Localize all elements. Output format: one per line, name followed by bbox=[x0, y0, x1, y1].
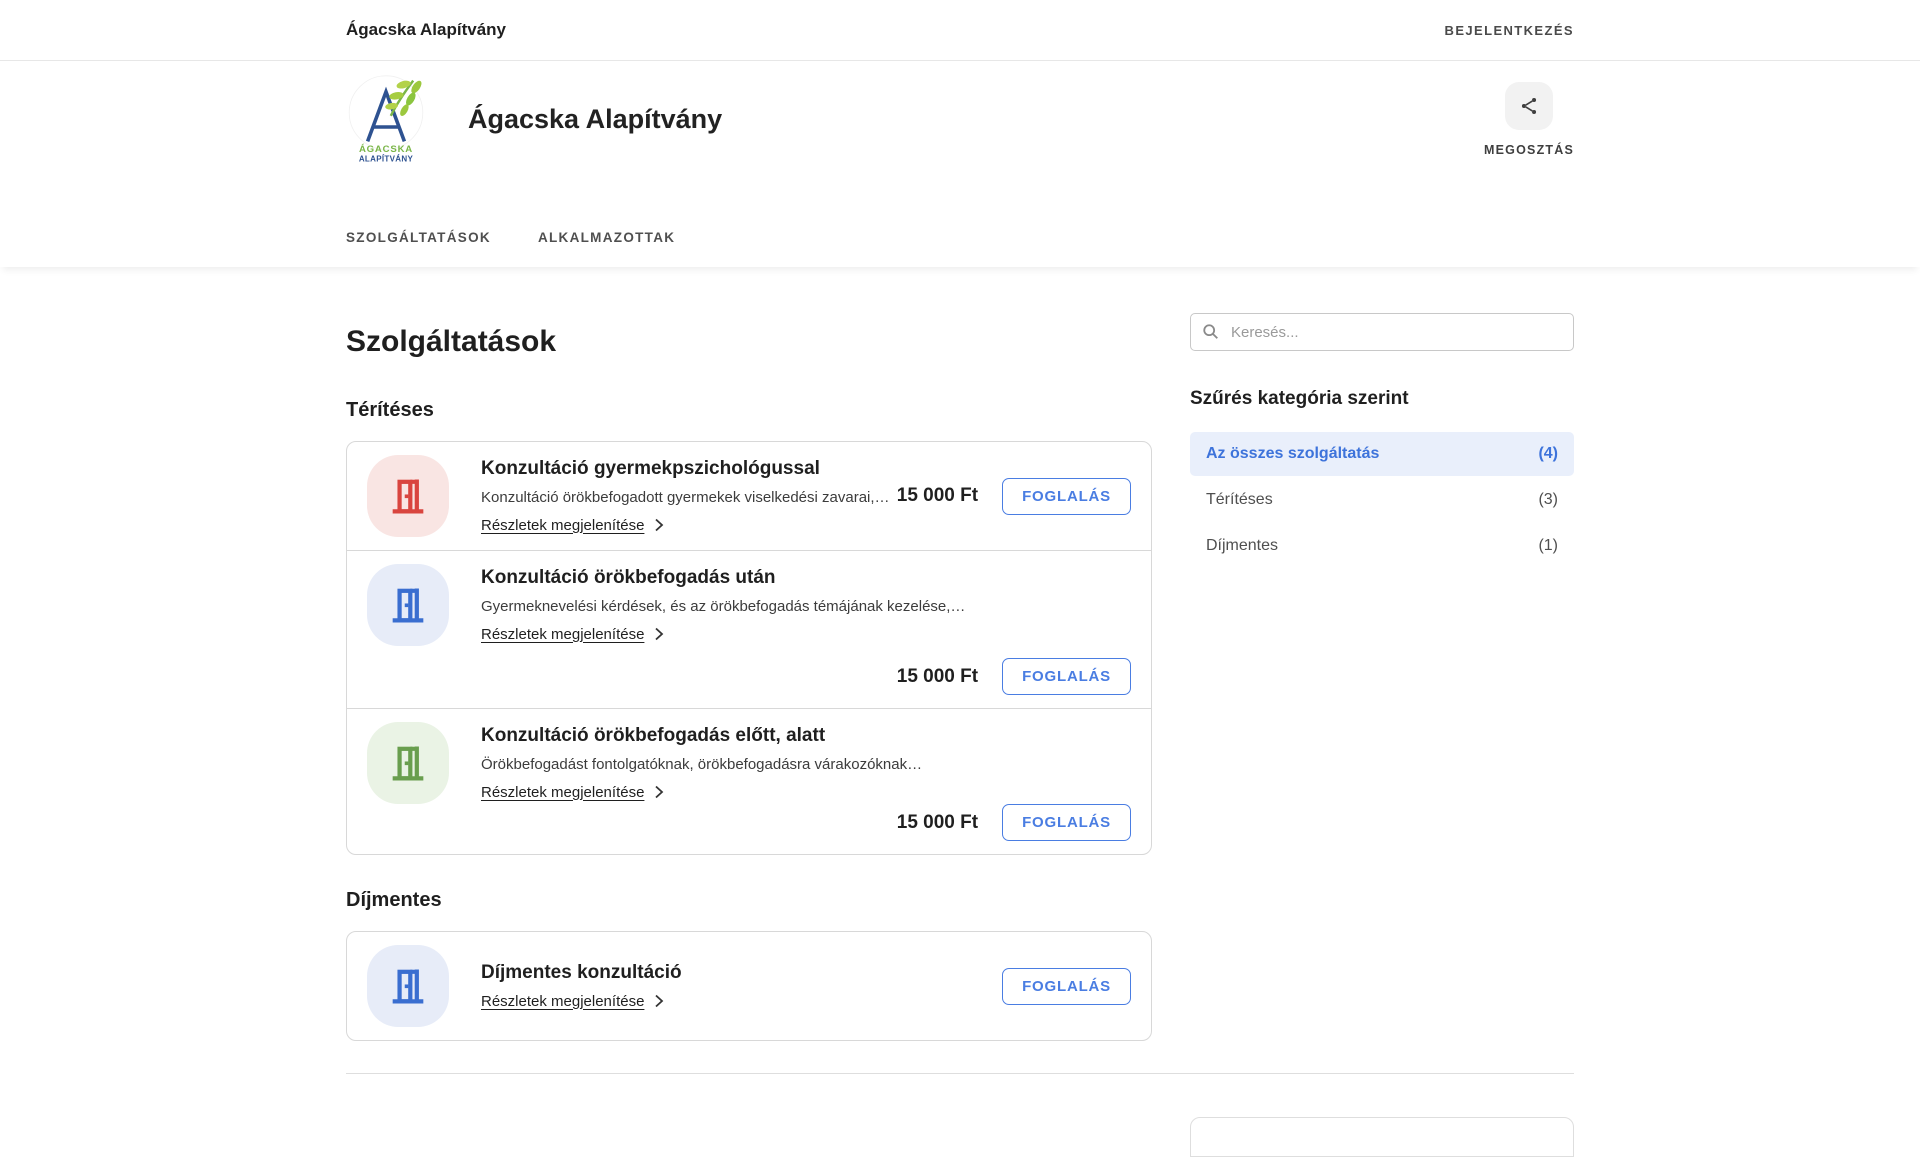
share-button[interactable] bbox=[1505, 81, 1554, 130]
logo-text-line2: ALAPÍTVÁNY bbox=[359, 154, 414, 163]
service-card-group-paid: Konzultáció gyermekpszichológussal Konzu… bbox=[346, 441, 1152, 855]
logo-text-line1: ÁGACSKA bbox=[359, 143, 413, 155]
service-description: Gyermeknevelési kérdések, és az örökbefo… bbox=[481, 597, 966, 615]
filter-paid[interactable]: Térítéses (3) bbox=[1190, 478, 1574, 522]
service-title: Konzultáció örökbefogadás után bbox=[481, 566, 776, 588]
section-heading-free: Díjmentes bbox=[346, 889, 442, 911]
service-card: Konzultáció örökbefogadás után Gyermekne… bbox=[347, 550, 1151, 708]
filter-count: (4) bbox=[1538, 445, 1558, 462]
filter-all-services[interactable]: Az összes szolgáltatás (4) bbox=[1190, 432, 1574, 476]
service-description: Konzultáció örökbefogadott gyermekek vis… bbox=[481, 488, 890, 506]
chevron-right-icon bbox=[654, 518, 664, 532]
service-price: 15 000 Ft bbox=[896, 665, 979, 687]
filter-count: (1) bbox=[1538, 537, 1558, 554]
details-link[interactable]: Részletek megjelenítése bbox=[481, 517, 664, 534]
book-button[interactable]: FOGLALÁS bbox=[1002, 658, 1131, 695]
service-title: Díjmentes konzultáció bbox=[481, 961, 682, 983]
page-title-header: Ágacska Alapítvány bbox=[468, 103, 723, 134]
page-header: Ágacska Alapítvány BEJELENTKEZÉS ÁGACSKA bbox=[0, 0, 1920, 267]
service-card: Díjmentes konzultáció Részletek megjelen… bbox=[347, 932, 1151, 1040]
chevron-right-icon bbox=[654, 994, 664, 1008]
book-button[interactable]: FOGLALÁS bbox=[1002, 477, 1131, 515]
tab-services[interactable]: SZOLGÁLTATÁSOK bbox=[346, 230, 491, 245]
login-button[interactable]: BEJELENTKEZÉS bbox=[1445, 23, 1574, 38]
topbar-brand: Ágacska Alapítvány bbox=[346, 20, 506, 39]
service-title: Konzultáció örökbefogadás előtt, alatt bbox=[481, 724, 826, 746]
filter-free[interactable]: Díjmentes (1) bbox=[1190, 524, 1574, 568]
door-open-icon bbox=[367, 945, 449, 1027]
details-link[interactable]: Részletek megjelenítése bbox=[481, 993, 664, 1010]
service-price: 15 000 Ft bbox=[896, 485, 979, 506]
share-label: MEGOSZTÁS bbox=[1484, 142, 1574, 157]
share-block: MEGOSZTÁS bbox=[1484, 81, 1574, 157]
company-logo: ÁGACSKA ALAPÍTVÁNY bbox=[346, 74, 426, 164]
chevron-right-icon bbox=[654, 785, 664, 799]
book-button[interactable]: FOGLALÁS bbox=[1002, 967, 1131, 1005]
service-card: Konzultáció örökbefogadás előtt, alatt Ö… bbox=[347, 708, 1151, 854]
door-open-icon bbox=[367, 455, 449, 537]
service-card: Konzultáció gyermekpszichológussal Konzu… bbox=[347, 442, 1151, 550]
service-description: Örökbefogadást fontolgatóknak, örökbefog… bbox=[481, 755, 923, 773]
filter-count: (3) bbox=[1538, 491, 1558, 508]
chevron-right-icon bbox=[654, 627, 664, 641]
category-filter-list: Az összes szolgáltatás (4) Térítéses (3)… bbox=[1190, 432, 1574, 568]
service-price: 15 000 Ft bbox=[896, 811, 979, 833]
book-button[interactable]: FOGLALÁS bbox=[1002, 804, 1131, 841]
service-card-group-free: Díjmentes konzultáció Részletek megjelen… bbox=[346, 931, 1152, 1041]
section-heading-paid: Térítéses bbox=[346, 399, 434, 421]
search-box bbox=[1190, 313, 1574, 351]
page-title: Szolgáltatások bbox=[346, 325, 557, 358]
share-icon bbox=[1518, 95, 1540, 117]
door-open-icon bbox=[367, 722, 449, 804]
details-link[interactable]: Részletek megjelenítése bbox=[481, 784, 664, 801]
partial-sidebar-card bbox=[1190, 1117, 1574, 1157]
door-open-icon bbox=[367, 564, 449, 646]
details-link[interactable]: Részletek megjelenítése bbox=[481, 626, 664, 643]
main-nav: SZOLGÁLTATÁSOK ALKALMAZOTTAK bbox=[346, 230, 1574, 267]
tab-employees[interactable]: ALKALMAZOTTAK bbox=[538, 230, 675, 245]
service-title: Konzultáció gyermekpszichológussal bbox=[481, 457, 820, 479]
filter-heading: Szűrés kategória szerint bbox=[1190, 388, 1409, 409]
search-input[interactable] bbox=[1190, 313, 1574, 351]
topbar: Ágacska Alapítvány BEJELENTKEZÉS bbox=[0, 0, 1920, 61]
